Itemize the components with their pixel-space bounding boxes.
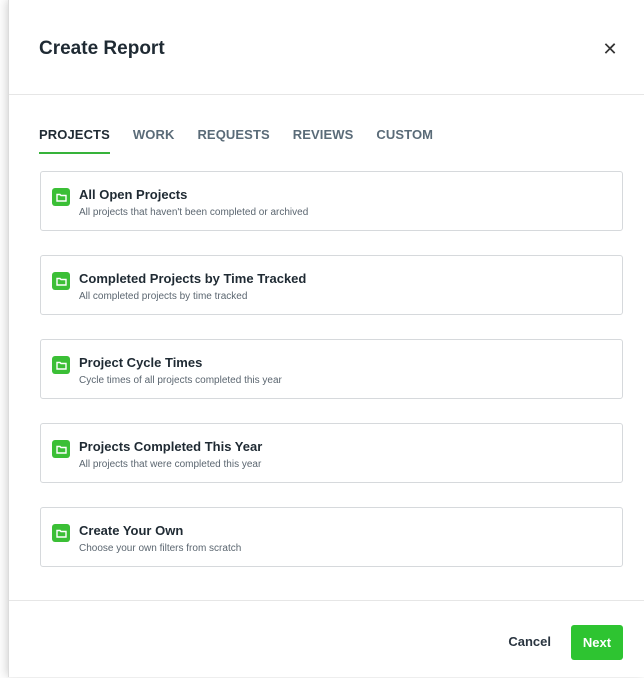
report-option-title: Projects Completed This Year [79, 439, 263, 454]
report-option-completed-by-time[interactable]: Completed Projects by Time Tracked All c… [40, 255, 623, 315]
folder-icon [52, 188, 70, 206]
tab-custom[interactable]: CUSTOM [376, 127, 433, 154]
report-option-description: All completed projects by time tracked [79, 291, 248, 302]
report-option-create-your-own[interactable]: Create Your Own Choose your own filters … [40, 507, 623, 567]
folder-icon [52, 272, 70, 290]
report-option-cycle-times[interactable]: Project Cycle Times Cycle times of all p… [40, 339, 623, 399]
modal-title: Create Report [39, 38, 165, 59]
tab-projects[interactable]: PROJECTS [39, 127, 110, 154]
cancel-button[interactable]: Cancel [508, 634, 551, 649]
report-option-description: Cycle times of all projects completed th… [79, 375, 282, 386]
tab-work[interactable]: WORK [133, 127, 175, 154]
report-option-completed-this-year[interactable]: Projects Completed This Year All project… [40, 423, 623, 483]
tab-requests[interactable]: REQUESTS [197, 127, 269, 154]
report-option-all-open-projects[interactable]: All Open Projects All projects that have… [40, 171, 623, 231]
create-report-modal: Create Report ✕ PROJECTS WORK REQUESTS R… [8, 0, 644, 677]
folder-icon [52, 524, 70, 542]
next-button[interactable]: Next [571, 625, 623, 660]
modal-footer: Cancel Next [9, 600, 644, 678]
report-options-list: All Open Projects All projects that have… [40, 171, 623, 591]
close-button[interactable]: ✕ [599, 38, 621, 60]
report-option-description: All projects that haven't been completed… [79, 207, 309, 218]
modal-header: Create Report ✕ [9, 0, 644, 95]
report-option-title: All Open Projects [79, 187, 188, 202]
report-option-description: Choose your own filters from scratch [79, 543, 242, 554]
report-tabs: PROJECTS WORK REQUESTS REVIEWS CUSTOM [39, 127, 456, 154]
report-option-title: Create Your Own [79, 523, 184, 538]
report-option-description: All projects that were completed this ye… [79, 459, 262, 470]
folder-icon [52, 440, 70, 458]
close-icon: ✕ [602, 38, 618, 59]
report-option-title: Project Cycle Times [79, 355, 203, 370]
tab-reviews[interactable]: REVIEWS [293, 127, 354, 154]
folder-icon [52, 356, 70, 374]
report-option-title: Completed Projects by Time Tracked [79, 271, 307, 286]
